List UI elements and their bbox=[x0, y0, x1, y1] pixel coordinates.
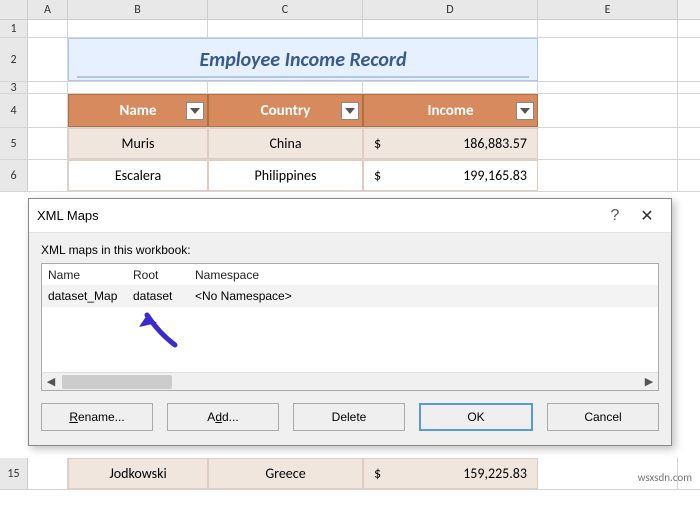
cell-a5[interactable] bbox=[28, 128, 68, 159]
delete-button[interactable]: Delete bbox=[293, 403, 405, 431]
scroll-thumb[interactable] bbox=[62, 375, 172, 389]
annotation-arrow-icon bbox=[133, 305, 181, 353]
row-header-1[interactable]: 1 bbox=[0, 20, 28, 37]
cell-name-2[interactable]: Escalera bbox=[68, 160, 208, 191]
cell-a4[interactable] bbox=[28, 94, 68, 127]
select-all-corner[interactable] bbox=[0, 0, 28, 19]
cell-name-3[interactable]: Jodkowski bbox=[68, 458, 208, 489]
currency-symbol: $ bbox=[374, 135, 381, 152]
xml-maps-dialog: XML Maps ? ✕ XML maps in this workbook: … bbox=[28, 198, 672, 446]
title-text: Employee Income Record bbox=[199, 48, 406, 72]
cell-income-2[interactable]: $ 199,165.83 bbox=[363, 160, 538, 191]
dialog-title-text: XML Maps bbox=[37, 208, 599, 223]
col-header-c[interactable]: C bbox=[208, 0, 363, 19]
cell-e5[interactable] bbox=[538, 128, 678, 159]
list-header: Name Root Namespace bbox=[42, 264, 658, 285]
cell-a2[interactable] bbox=[28, 38, 68, 81]
dialog-button-row: Rename... Add... Delete OK Cancel bbox=[41, 403, 659, 431]
income-value: 186,883.57 bbox=[463, 135, 527, 152]
cell-e4[interactable] bbox=[538, 94, 678, 127]
row-2: 2 Employee Income Record bbox=[0, 38, 700, 82]
chevron-down-icon bbox=[520, 108, 530, 114]
cell-name-1[interactable]: Muris bbox=[68, 128, 208, 159]
list-header-root: Root bbox=[133, 268, 195, 282]
header-name-text: Name bbox=[119, 102, 156, 120]
row-4: 4 Name Country Income bbox=[0, 94, 700, 128]
horizontal-scrollbar[interactable]: ◀ ▶ bbox=[42, 372, 658, 390]
list-item-name: dataset_Map bbox=[48, 289, 133, 303]
list-item[interactable]: dataset_Map dataset <No Namespace> bbox=[42, 285, 658, 307]
row-header-6[interactable]: 6 bbox=[0, 160, 28, 191]
list-header-namespace: Namespace bbox=[195, 268, 652, 282]
cell-country-2[interactable]: Philippines bbox=[208, 160, 363, 191]
dialog-body: XML maps in this workbook: Name Root Nam… bbox=[29, 233, 671, 445]
row-header-2[interactable]: 2 bbox=[0, 38, 28, 81]
ok-button[interactable]: OK bbox=[419, 403, 533, 431]
row-3: 3 bbox=[0, 82, 700, 94]
row-header-5[interactable]: 5 bbox=[0, 128, 28, 159]
chevron-down-icon bbox=[190, 108, 200, 114]
cell-e2[interactable] bbox=[538, 38, 678, 81]
cell-a6[interactable] bbox=[28, 160, 68, 191]
cell-c1[interactable] bbox=[208, 20, 363, 37]
table-header-name[interactable]: Name bbox=[68, 94, 208, 127]
header-country-text: Country bbox=[261, 102, 311, 120]
list-item-namespace: <No Namespace> bbox=[195, 289, 652, 303]
income-value: 199,165.83 bbox=[463, 167, 527, 184]
cell-e1[interactable] bbox=[538, 20, 678, 37]
cell-c3[interactable] bbox=[208, 82, 363, 93]
cell-country-1[interactable]: China bbox=[208, 128, 363, 159]
cell-e6[interactable] bbox=[538, 160, 678, 191]
column-header-row: A B C D E bbox=[0, 0, 700, 20]
currency-symbol: $ bbox=[374, 167, 381, 184]
filter-button-country[interactable] bbox=[341, 102, 359, 120]
col-header-d[interactable]: D bbox=[363, 0, 538, 19]
table-header-income[interactable]: Income bbox=[363, 94, 538, 127]
cell-a1[interactable] bbox=[28, 20, 68, 37]
title-underline bbox=[77, 76, 529, 78]
dialog-label: XML maps in this workbook: bbox=[41, 243, 659, 257]
chevron-down-icon bbox=[345, 108, 355, 114]
dialog-titlebar[interactable]: XML Maps ? ✕ bbox=[29, 199, 671, 233]
row-15: 15 Jodkowski Greece $ 159,225.83 bbox=[0, 458, 700, 490]
cell-income-3[interactable]: $ 159,225.83 bbox=[363, 458, 538, 489]
cell-income-1[interactable]: $ 186,883.57 bbox=[363, 128, 538, 159]
cell-d3[interactable] bbox=[363, 82, 538, 93]
filter-button-name[interactable] bbox=[186, 102, 204, 120]
cell-a3[interactable] bbox=[28, 82, 68, 93]
table-header-country[interactable]: Country bbox=[208, 94, 363, 127]
row-6: 6 Escalera Philippines $ 199,165.83 bbox=[0, 160, 700, 192]
cell-a15[interactable] bbox=[28, 458, 68, 489]
title-cell[interactable]: Employee Income Record bbox=[68, 38, 538, 81]
cell-b1[interactable] bbox=[68, 20, 208, 37]
header-income-text: Income bbox=[427, 102, 473, 120]
currency-symbol: $ bbox=[374, 465, 381, 482]
cell-d1[interactable] bbox=[363, 20, 538, 37]
help-button[interactable]: ? bbox=[599, 207, 631, 225]
add-button[interactable]: Add... bbox=[167, 403, 279, 431]
row-header-4[interactable]: 4 bbox=[0, 94, 28, 127]
col-header-a[interactable]: A bbox=[28, 0, 68, 19]
row-header-3[interactable]: 3 bbox=[0, 82, 28, 93]
row-1: 1 bbox=[0, 20, 700, 38]
filter-button-income[interactable] bbox=[516, 102, 534, 120]
watermark: wsxsdn.com bbox=[638, 471, 692, 484]
col-header-b[interactable]: B bbox=[68, 0, 208, 19]
cancel-button[interactable]: Cancel bbox=[547, 403, 659, 431]
close-button[interactable]: ✕ bbox=[631, 206, 663, 226]
list-header-name: Name bbox=[48, 268, 133, 282]
col-header-e[interactable]: E bbox=[538, 0, 678, 19]
rename-button[interactable]: Rename... bbox=[41, 403, 153, 431]
cell-b3[interactable] bbox=[68, 82, 208, 93]
scroll-left-icon[interactable]: ◀ bbox=[42, 373, 60, 391]
spreadsheet: A B C D E 1 2 Employee Income Record 3 4 bbox=[0, 0, 700, 490]
row-5: 5 Muris China $ 186,883.57 bbox=[0, 128, 700, 160]
cell-e3[interactable] bbox=[538, 82, 678, 93]
income-value: 159,225.83 bbox=[463, 465, 527, 482]
row-header-15[interactable]: 15 bbox=[0, 458, 28, 489]
cell-country-3[interactable]: Greece bbox=[208, 458, 363, 489]
list-item-root: dataset bbox=[133, 289, 195, 303]
scroll-right-icon[interactable]: ▶ bbox=[640, 373, 658, 391]
